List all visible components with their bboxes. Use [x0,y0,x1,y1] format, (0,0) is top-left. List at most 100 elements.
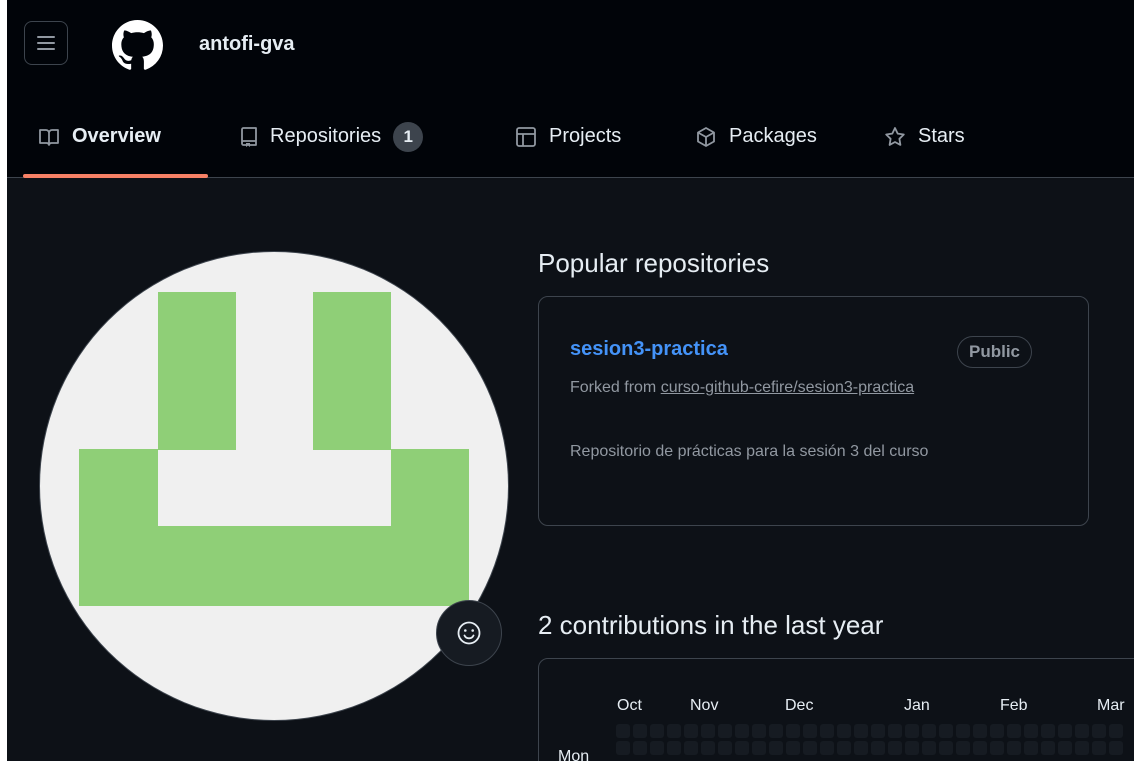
contribution-day-cell[interactable] [837,741,851,755]
hamburger-menu-button[interactable] [24,21,68,65]
contribution-day-cell[interactable] [667,724,681,738]
github-logo-icon[interactable] [112,20,163,71]
repo-name-link[interactable]: sesion3-practica [570,338,728,361]
contribution-day-cell[interactable] [888,724,902,738]
contribution-day-cell[interactable] [1075,741,1089,755]
tab-repositories[interactable]: Repositories 1 [240,96,424,177]
tab-overview-label: Overview [72,125,161,147]
contribution-day-cell[interactable] [905,724,919,738]
contribution-day-cell[interactable] [633,724,647,738]
tab-overview[interactable]: Overview [38,96,161,177]
contribution-day-cell[interactable] [1024,741,1038,755]
visibility-badge: Public [957,336,1033,368]
forked-source-link[interactable]: curso-github-cefire/sesion3-practica [661,379,914,396]
contribution-day-cell[interactable] [1109,724,1123,738]
contribution-day-cell[interactable] [769,724,783,738]
identicon-block [158,526,391,606]
contribution-day-cell[interactable] [752,741,766,755]
profile-username-link[interactable]: antofi-gva [199,33,295,56]
contribution-day-cell[interactable] [803,724,817,738]
contribution-day-cell[interactable] [1092,724,1106,738]
contribution-day-cell[interactable] [871,724,885,738]
contribution-day-cell[interactable] [973,724,987,738]
contribution-day-cell[interactable] [871,741,885,755]
contribution-day-cell[interactable] [701,724,715,738]
contribution-day-cell[interactable] [854,724,868,738]
top-header: antofi-gva [7,0,1134,96]
contributions-heading: 2 contributions in the last year [538,610,884,640]
hamburger-icon [37,36,55,50]
contribution-day-cell[interactable] [1007,741,1021,755]
contribution-day-cell[interactable] [786,741,800,755]
contribution-day-cell[interactable] [990,741,1004,755]
contribution-day-cell[interactable] [956,724,970,738]
contribution-day-cell[interactable] [1092,741,1106,755]
contribution-day-cell[interactable] [854,741,868,755]
contribution-day-cell[interactable] [650,724,664,738]
contribution-day-cell[interactable] [684,724,698,738]
contribution-day-cell[interactable] [735,741,749,755]
table-icon [515,126,537,148]
contribution-day-cell[interactable] [786,724,800,738]
tab-projects-label: Projects [549,125,622,147]
profile-avatar[interactable] [40,252,508,720]
forked-prefix: Forked from [570,379,661,396]
contribution-day-cell[interactable] [939,741,953,755]
profile-tab-nav: Overview Repositories 1 Projects Package… [7,96,1134,178]
contribution-day-cell[interactable] [718,741,732,755]
tab-projects[interactable]: Projects [515,96,621,177]
set-status-button[interactable] [436,600,502,666]
contribution-day-cell[interactable] [939,724,953,738]
contribution-day-cell[interactable] [820,741,834,755]
contribution-day-cell[interactable] [1007,724,1021,738]
contribution-day-cell[interactable] [752,724,766,738]
contribution-day-cell[interactable] [956,741,970,755]
contribution-day-cell[interactable] [888,741,902,755]
repo-description: Repositorio de prácticas para la sesión … [570,443,929,460]
contribution-day-cell[interactable] [1041,724,1055,738]
contribution-day-cell[interactable] [616,724,630,738]
contribution-day-cell[interactable] [769,741,783,755]
month-label: Feb [1000,697,1028,714]
contribution-day-cell[interactable] [1109,741,1123,755]
month-label: Dec [785,697,814,714]
tab-stars[interactable]: Stars [884,96,965,177]
contribution-day-cell[interactable] [701,741,715,755]
contribution-day-cell[interactable] [684,741,698,755]
identicon-block [79,449,158,606]
identicon-block [158,292,236,450]
contribution-day-cell[interactable] [650,741,664,755]
tab-packages[interactable]: Packages [695,96,817,177]
popular-repositories-heading: Popular repositories [538,248,770,278]
identicon-block [313,292,391,450]
package-icon [695,126,717,148]
contribution-day-cell[interactable] [633,741,647,755]
star-icon [884,126,906,148]
contribution-day-cell[interactable] [922,724,936,738]
contribution-day-cell[interactable] [803,741,817,755]
contribution-day-cell[interactable] [1041,741,1055,755]
contribution-day-cell[interactable] [990,724,1004,738]
contribution-day-cell[interactable] [1024,724,1038,738]
contribution-day-cell[interactable] [922,741,936,755]
profile-page: antofi-gva Overview Repositories 1 Proje… [0,0,1134,761]
repo-icon [240,126,258,148]
contribution-day-cell[interactable] [718,724,732,738]
repo-card: sesion3-practica Public Forked from curs… [538,296,1089,526]
contribution-cells [616,724,1134,761]
contribution-day-cell[interactable] [1075,724,1089,738]
book-icon [38,127,60,147]
contribution-day-cell[interactable] [1058,724,1072,738]
active-tab-underline [23,174,208,178]
contribution-day-cell[interactable] [1058,741,1072,755]
contribution-day-cell[interactable] [735,724,749,738]
contribution-day-cell[interactable] [667,741,681,755]
window-edge [0,0,7,761]
contribution-day-cell[interactable] [616,741,630,755]
contribution-day-cell[interactable] [973,741,987,755]
month-label: Oct [617,697,642,714]
contribution-day-cell[interactable] [820,724,834,738]
contribution-day-cell[interactable] [837,724,851,738]
weekday-label: Mon [558,748,590,761]
contribution-day-cell[interactable] [905,741,919,755]
